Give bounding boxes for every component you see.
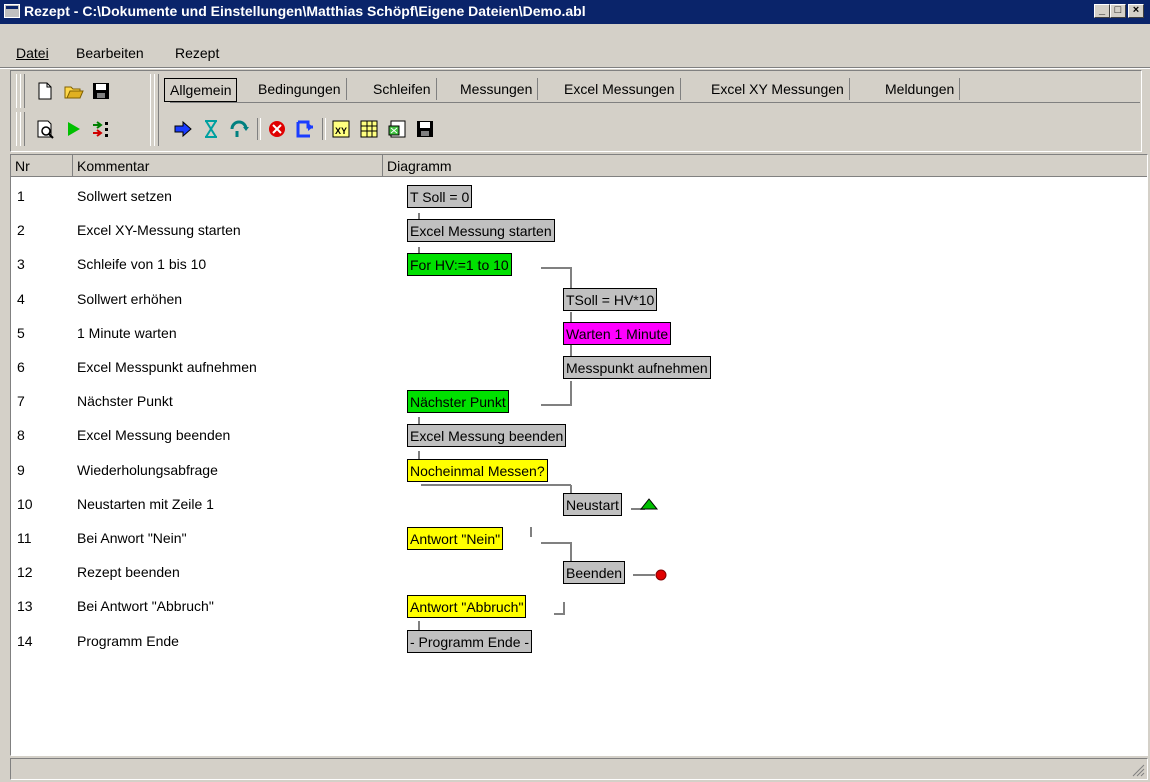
row-nr[interactable]: 13	[17, 589, 33, 623]
row-comment[interactable]: Excel Messung beenden	[77, 418, 230, 452]
print-preview-icon[interactable]	[34, 118, 56, 140]
diagram-node[interactable]: Nächster Punkt	[407, 390, 509, 414]
row-comment[interactable]: Programm Ende	[77, 624, 179, 658]
menu-bearbeiten[interactable]: Bearbeiten	[76, 45, 144, 61]
diagram-node[interactable]: Neustart	[563, 492, 622, 516]
menu-divider	[0, 67, 1150, 69]
diagram-node[interactable]: T Soll = 0	[407, 185, 473, 208]
excel-xy-icon[interactable]: XY	[330, 118, 352, 140]
tab-strip-line	[170, 102, 1140, 103]
diagram-node[interactable]: For HV:=1 to 10	[407, 253, 512, 277]
row-nr[interactable]: 9	[17, 453, 25, 487]
row-comment[interactable]: Sollwert setzen	[77, 179, 172, 213]
menu-rezept[interactable]: Rezept	[175, 45, 219, 61]
tab-allgemein[interactable]: Allgemein	[164, 78, 238, 102]
menu-rezept-label: Rezept	[175, 45, 220, 61]
diagram-node[interactable]: Excel Messung starten	[407, 219, 555, 243]
row-comment[interactable]: Excel XY-Messung starten	[77, 213, 241, 247]
tab-messungen[interactable]: Messungen	[455, 78, 539, 100]
status-bar	[10, 758, 1148, 780]
row-nr[interactable]: 3	[17, 247, 25, 281]
hourglass-icon[interactable]	[200, 118, 222, 140]
diagram-node[interactable]: Beenden	[563, 561, 626, 585]
diagram-node[interactable]: Messpunkt aufnehmen	[563, 356, 711, 379]
menu-datei-label: Datei	[16, 45, 49, 61]
row-nr[interactable]: 8	[17, 418, 25, 452]
row-comment[interactable]: Neustarten mit Zeile 1	[77, 487, 214, 521]
row-comment[interactable]: Nächster Punkt	[77, 384, 173, 418]
diagram-node[interactable]: Nocheinmal Messen?	[407, 458, 548, 482]
tab-excel-xy-messungen[interactable]: Excel XY Messungen	[706, 78, 850, 100]
title-bar: Rezept - C:\Dokumente und Einstellungen\…	[0, 0, 1150, 24]
resize-grip-icon[interactable]	[1131, 763, 1145, 777]
diagram-node[interactable]: TSoll = HV*10	[563, 287, 658, 311]
row-nr[interactable]: 6	[17, 350, 25, 384]
row-comment[interactable]: Excel Messpunkt aufnehmen	[77, 350, 257, 384]
close-button[interactable]: ×	[1128, 4, 1144, 18]
save-disk-icon[interactable]	[90, 80, 112, 102]
new-file-icon[interactable]	[34, 80, 56, 102]
stop-icon[interactable]	[266, 118, 288, 140]
row-comment[interactable]: Bei Antwort "Abbruch"	[77, 589, 214, 623]
row-nr[interactable]: 2	[17, 213, 25, 247]
row-comment[interactable]: Sollwert erhöhen	[77, 282, 182, 316]
recipe-list[interactable]: Nr Kommentar Diagramm 1 Sollwert setzen T …	[10, 154, 1148, 756]
excel-table-icon[interactable]	[358, 118, 380, 140]
tab-meldungen[interactable]: Meldungen	[880, 78, 961, 100]
row-nr[interactable]: 14	[17, 624, 33, 658]
app-icon	[4, 4, 20, 18]
row-nr[interactable]: 5	[17, 316, 25, 350]
row-comment[interactable]: Rezept beenden	[77, 555, 180, 589]
open-folder-icon[interactable]	[62, 80, 84, 102]
row-comment[interactable]: 1 Minute warten	[77, 316, 177, 350]
jump-icon[interactable]	[294, 118, 316, 140]
row-comment[interactable]: Schleife von 1 bis 10	[77, 247, 206, 281]
diagram-node[interactable]: Antwort "Abbruch"	[407, 595, 527, 619]
diagram-node[interactable]: Warten 1 Minute	[563, 321, 672, 345]
toolbar-grip[interactable]	[154, 74, 159, 146]
toolbar-separator	[322, 118, 326, 140]
row-nr[interactable]: 12	[17, 555, 33, 589]
end-marker-icon	[655, 569, 667, 581]
row-nr[interactable]: 7	[17, 384, 25, 418]
excel-export-icon[interactable]	[386, 118, 408, 140]
save-disk-icon[interactable]	[414, 118, 436, 140]
arrow-right-icon[interactable]	[172, 118, 194, 140]
minimize-button[interactable]: _	[1094, 4, 1110, 18]
svg-text:XY: XY	[335, 126, 347, 136]
row-comment[interactable]: Wiederholungsabfrage	[77, 453, 218, 487]
tab-schleifen[interactable]: Schleifen	[368, 78, 437, 100]
window-title: Rezept - C:\Dokumente und Einstellungen\…	[24, 3, 586, 19]
menu-datei[interactable]: Datei	[16, 45, 49, 61]
toolbar-grip[interactable]	[20, 112, 25, 146]
loop-icon[interactable]	[228, 118, 250, 140]
toolbar-separator	[257, 118, 261, 140]
row-nr[interactable]: 11	[17, 521, 32, 555]
tab-excel-messungen[interactable]: Excel Messungen	[559, 78, 681, 100]
run-play-icon[interactable]	[62, 118, 84, 140]
row-nr[interactable]: 4	[17, 282, 25, 316]
row-nr[interactable]: 10	[17, 487, 33, 521]
diagram-node[interactable]: - Programm Ende -	[407, 629, 533, 653]
step-icon[interactable]	[90, 118, 112, 140]
diagram-node[interactable]: Excel Messung beenden	[407, 424, 567, 448]
diagram-node[interactable]: Antwort "Nein"	[407, 527, 504, 550]
tab-bedingungen[interactable]: Bedingungen	[253, 78, 347, 100]
menu-bearbeiten-label: Bearbeiten	[76, 45, 144, 61]
row-comment[interactable]: Bei Anwort "Nein"	[77, 521, 187, 555]
maximize-button[interactable]: □	[1110, 4, 1126, 18]
restart-marker-icon	[639, 498, 659, 510]
row-nr[interactable]: 1	[17, 179, 25, 213]
toolbar-grip[interactable]	[20, 74, 25, 108]
